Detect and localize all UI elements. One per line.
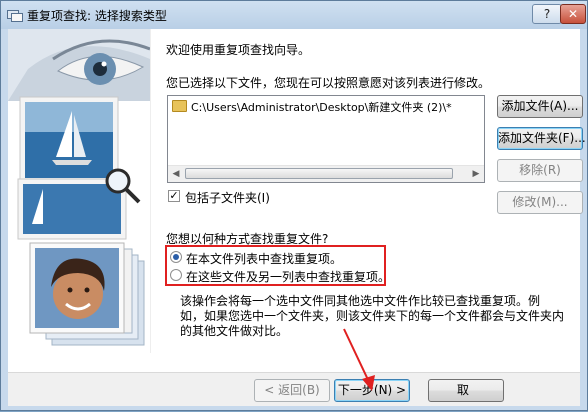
title-bar[interactable]: 重复项查找: 选择搜索类型 ? ✕ <box>1 1 587 29</box>
next-button[interactable]: 下一步(N) > <box>334 379 410 402</box>
scrollbar-thumb[interactable] <box>185 168 453 179</box>
wizard-illustration <box>8 29 151 353</box>
modify-button[interactable]: 修改(M)... <box>497 191 583 214</box>
file-list-item[interactable]: C:\Users\Administrator\Desktop\新建文件夹 (2)… <box>172 99 452 115</box>
include-subfolders-label[interactable]: 包括子文件夹(I) <box>185 189 270 206</box>
folder-icon <box>172 100 187 112</box>
file-list[interactable]: C:\Users\Administrator\Desktop\新建文件夹 (2)… <box>167 95 485 183</box>
option-other-list-radio[interactable] <box>170 269 182 281</box>
option-this-list-radio[interactable] <box>170 251 182 263</box>
wizard-window: 重复项查找: 选择搜索类型 ? ✕ 欢迎使用重复项查找向导。 您已选择以下文件，… <box>0 0 588 411</box>
close-button[interactable]: ✕ <box>560 4 586 24</box>
wizard-footer: < 返回(B) 下一步(N) > 取 <box>8 372 580 406</box>
app-icon <box>7 10 23 22</box>
selected-files-prompt: 您已选择以下文件，您现在可以按照意愿对该列表进行修改。 <box>166 76 491 90</box>
scroll-right-arrow-icon[interactable]: ▶ <box>468 166 484 182</box>
welcome-text: 欢迎使用重复项查找向导。 <box>166 43 311 57</box>
include-subfolders-checkbox[interactable]: ✓ <box>168 190 180 202</box>
horizontal-scrollbar[interactable]: ◀ ▶ <box>168 165 484 182</box>
option-this-list-label[interactable]: 在本文件列表中查找重复项。 <box>186 250 342 267</box>
add-folder-button[interactable]: 添加文件夹(F)... <box>497 127 586 150</box>
window-title: 重复项查找: 选择搜索类型 <box>27 9 167 23</box>
illustration-image <box>8 29 150 353</box>
back-button[interactable]: < 返回(B) <box>254 379 330 402</box>
description-line-3: 的其他文件做对比。 <box>180 324 289 338</box>
scroll-left-arrow-icon[interactable]: ◀ <box>168 166 184 182</box>
remove-button[interactable]: 移除(R) <box>497 159 583 182</box>
add-file-button[interactable]: 添加文件(A)... <box>497 95 583 118</box>
wizard-client: 欢迎使用重复项查找向导。 您已选择以下文件，您现在可以按照意愿对该列表进行修改。… <box>8 29 586 406</box>
option-other-list-label[interactable]: 在这些文件及另一列表中查找重复项。 <box>186 268 390 285</box>
help-button[interactable]: ? <box>532 4 562 24</box>
file-list-item-path: C:\Users\Administrator\Desktop\新建文件夹 (2)… <box>191 101 452 114</box>
cancel-button[interactable]: 取 <box>428 379 504 402</box>
